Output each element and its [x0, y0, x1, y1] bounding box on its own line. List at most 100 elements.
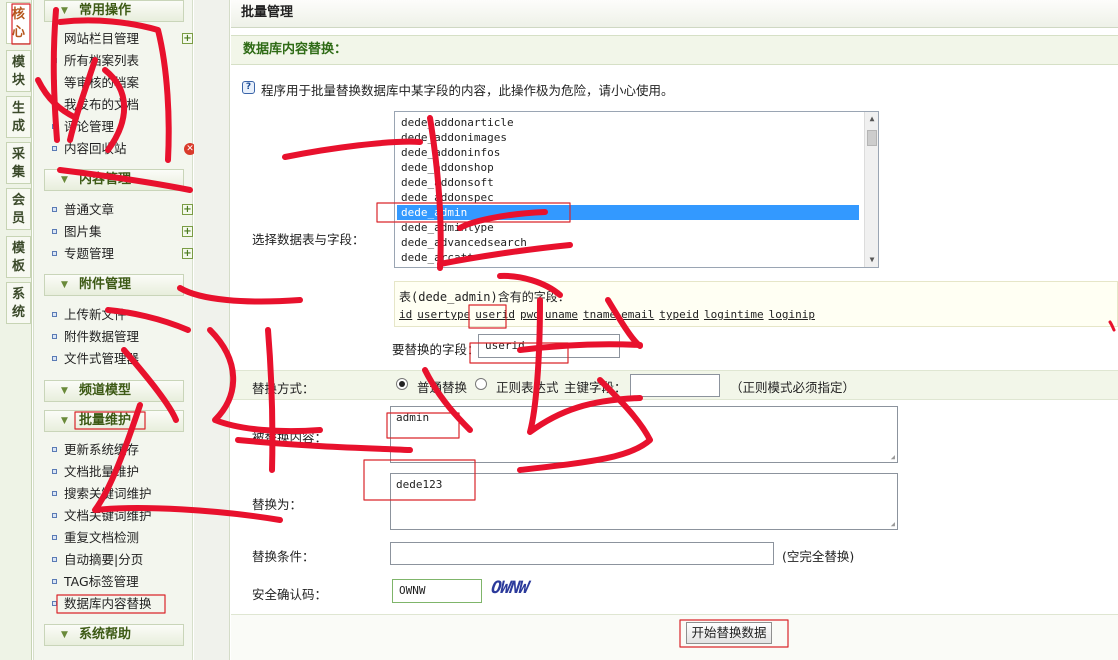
module-tab-strip: 核 心 模 块 生 成 采 集 会 员 模 板 系 统	[0, 0, 32, 660]
menu-item-label: 附件数据管理	[64, 329, 140, 344]
bullet-icon	[52, 447, 57, 452]
radio-normal[interactable]	[396, 378, 408, 390]
field-link[interactable]: typeid	[659, 308, 699, 321]
scroll-down-icon[interactable]: ▼	[865, 253, 878, 267]
menu-item-label: 图片集	[64, 224, 102, 239]
table-listbox[interactable]: dede_addonarticle dede_addonimages dede_…	[394, 111, 879, 268]
listbox-scrollbar[interactable]: ▲ ▼	[864, 112, 878, 267]
start-replace-button[interactable]: 开始替换数据	[686, 622, 772, 644]
list-item[interactable]: dede_addonarticle	[397, 115, 859, 130]
menu-item-attach-data[interactable]: 附件数据管理	[52, 328, 139, 346]
find-textarea[interactable]: admin ◢	[390, 406, 898, 463]
field-link[interactable]: id	[399, 308, 412, 321]
list-item[interactable]: dede_arcatt	[397, 250, 859, 265]
menu-item-label: 文档批量维护	[64, 464, 140, 479]
menu-item-my-docs[interactable]: 我发布的文档	[52, 96, 139, 114]
vtab-core[interactable]: 核 心	[6, 2, 31, 44]
menu-group-channel[interactable]: ▼ 频道模型	[44, 380, 184, 402]
vtab-collect[interactable]: 采 集	[6, 142, 31, 184]
menu-item-update-cache[interactable]: 更新系统缓存	[52, 441, 139, 459]
condition-input[interactable]	[390, 542, 774, 565]
menu-item-label: 搜索关键词维护	[64, 486, 152, 501]
replace-field-input[interactable]: userid	[478, 334, 620, 358]
add-image-set-icon[interactable]: +	[182, 226, 193, 237]
radio-regex[interactable]	[475, 378, 487, 390]
menu-group-attach[interactable]: ▼ 附件管理	[44, 274, 184, 296]
menu-item-recycle-bin[interactable]: 内容回收站	[52, 140, 127, 158]
scroll-up-icon[interactable]: ▲	[865, 112, 878, 126]
list-item[interactable]: dede_addonimages	[397, 130, 859, 145]
vtab-module[interactable]: 模 块	[6, 50, 31, 92]
menu-item-label: 文件式管理器	[64, 351, 140, 366]
resize-grip-icon[interactable]: ◢	[891, 453, 895, 461]
menu-item-topics[interactable]: 专题管理	[52, 245, 114, 263]
vtab-template[interactable]: 模 板	[6, 236, 31, 278]
menu-item-label: 等审核的档案	[64, 75, 140, 90]
field-link[interactable]: tname	[583, 308, 616, 321]
menu-group-common[interactable]: ▼ 常用操作	[44, 0, 184, 22]
menu-item-search-keywords[interactable]: 搜索关键词维护	[52, 485, 152, 503]
menu-group-help[interactable]: ▼ 系统帮助	[44, 624, 184, 646]
field-link[interactable]: uname	[545, 308, 578, 321]
field-link[interactable]: logintime	[704, 308, 764, 321]
primary-key-input[interactable]	[630, 374, 720, 397]
add-article-icon[interactable]: +	[182, 204, 193, 215]
field-link[interactable]: userid	[475, 308, 515, 321]
field-link[interactable]: usertype	[417, 308, 470, 321]
bullet-icon	[52, 334, 57, 339]
menu-item-comments[interactable]: 评论管理	[52, 118, 114, 136]
vtab-member[interactable]: 会 员	[6, 188, 31, 230]
menu-item-label: 专题管理	[64, 246, 115, 261]
add-column-icon[interactable]: +	[182, 33, 193, 44]
list-item[interactable]: dede_addonshop	[397, 160, 859, 175]
captcha-image[interactable]: OWNW	[489, 578, 558, 602]
menu-item-upload[interactable]: 上传新文件	[52, 306, 127, 324]
find-label: 被替换内容：	[252, 430, 328, 445]
bullet-icon	[52, 601, 57, 606]
list-item[interactable]: dede_admintype	[397, 220, 859, 235]
menu-item-file-manager[interactable]: 文件式管理器	[52, 350, 139, 368]
add-topic-icon[interactable]: +	[182, 248, 193, 259]
menu-item-duplicate-check[interactable]: 重复文档检测	[52, 529, 139, 547]
list-item[interactable]: dede_advancedsearch	[397, 235, 859, 250]
bullet-icon	[52, 491, 57, 496]
menu-item-doc-keywords[interactable]: 文档关键词维护	[52, 507, 152, 525]
menu-item-label: 网站栏目管理	[64, 31, 140, 46]
menu-item-label: 文档关键词维护	[64, 508, 152, 523]
field-link[interactable]: pwd	[520, 308, 540, 321]
bullet-icon	[52, 102, 57, 107]
menu-item-db-replace[interactable]: 数据库内容替换	[52, 595, 152, 613]
menu-item-label: 内容回收站	[64, 141, 127, 156]
replace-field-label: 要替换的字段：	[392, 342, 480, 357]
vtab-system[interactable]: 系 统	[6, 282, 31, 324]
menu-group-content[interactable]: ▼ 内容管理	[44, 169, 184, 191]
field-link[interactable]: loginip	[769, 308, 815, 321]
resize-grip-icon[interactable]: ◢	[891, 520, 895, 528]
scroll-thumb[interactable]	[867, 130, 877, 146]
frame-gutter	[194, 0, 230, 660]
replace-value: dede123	[396, 478, 443, 491]
list-item-selected[interactable]: dede_admin	[397, 205, 859, 220]
menu-item-auto-summary[interactable]: 自动摘要|分页	[52, 551, 143, 569]
replace-label: 替换为：	[252, 497, 303, 512]
list-item[interactable]: dede_addoninfos	[397, 145, 859, 160]
menu-item-image-set[interactable]: 图片集	[52, 223, 102, 241]
captcha-input[interactable]: OWNW	[392, 579, 482, 603]
menu-item-label: 重复文档检测	[64, 530, 140, 545]
chevron-down-icon: ▼	[61, 175, 68, 185]
replace-textarea[interactable]: dede123 ◢	[390, 473, 898, 530]
menu-item-pending-archives[interactable]: 等审核的档案	[52, 74, 139, 92]
list-item[interactable]: dede_addonspec	[397, 190, 859, 205]
vtab-generate[interactable]: 生 成	[6, 96, 31, 138]
menu-item-label: 评论管理	[64, 119, 115, 134]
menu-item-article[interactable]: 普通文章	[52, 201, 114, 219]
list-item[interactable]: dede_addonsoft	[397, 175, 859, 190]
chevron-down-icon: ▼	[61, 416, 68, 426]
menu-item-label: 数据库内容替换	[64, 596, 152, 611]
menu-item-tag-manage[interactable]: TAG标签管理	[52, 573, 139, 591]
menu-item-all-archives[interactable]: 所有档案列表	[52, 52, 139, 70]
field-link[interactable]: email	[621, 308, 654, 321]
menu-item-column-manage[interactable]: 网站栏目管理	[52, 30, 139, 48]
menu-group-batch[interactable]: ▼ 批量维护	[44, 410, 184, 432]
menu-item-batch-docs[interactable]: 文档批量维护	[52, 463, 139, 481]
